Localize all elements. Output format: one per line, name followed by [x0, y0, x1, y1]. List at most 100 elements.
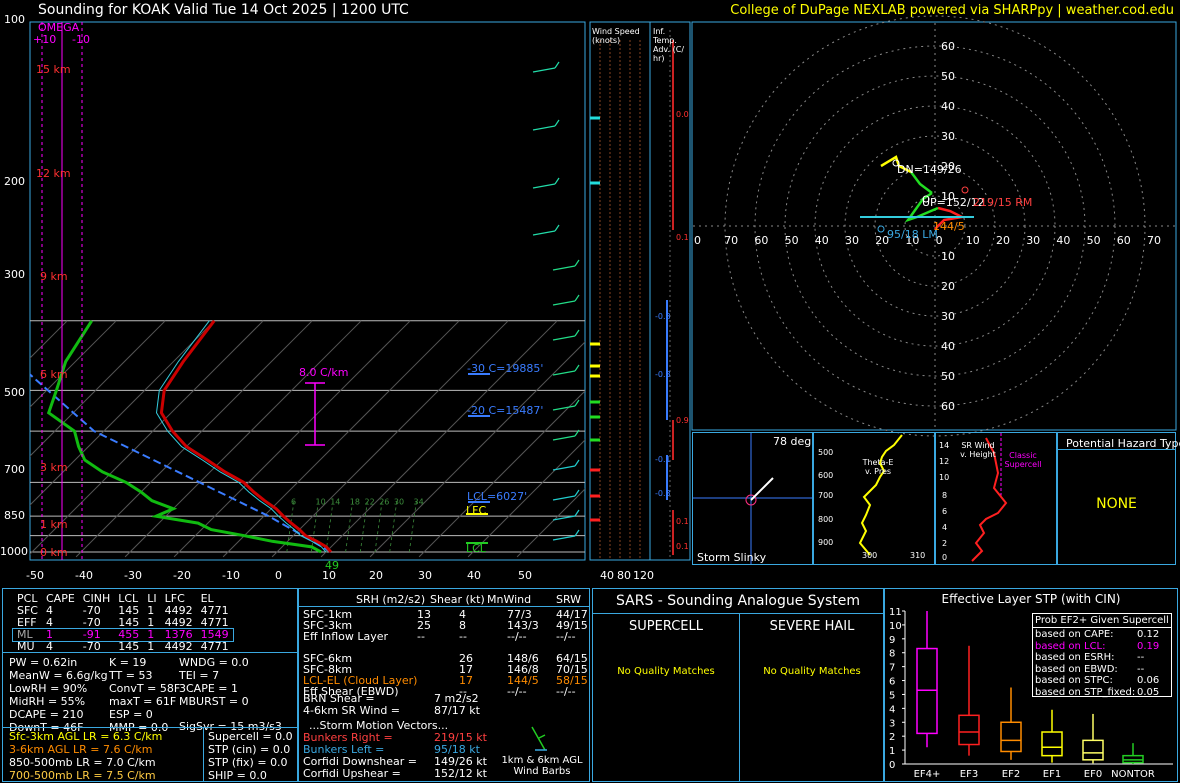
wind-barb — [552, 265, 576, 271]
sr-ytick: 12 — [939, 457, 950, 466]
mixing-ratio-line — [374, 500, 383, 553]
legend-value: 0.05 — [1137, 686, 1160, 698]
level-label: -20 C=15487' — [467, 404, 544, 417]
hodo-x-label: 70 — [1147, 234, 1161, 247]
index: MeanW = 6.6g/kg — [9, 669, 108, 682]
stp-ytick-label: 6 — [889, 677, 895, 688]
mixing-ratio-label: 26 — [379, 498, 389, 507]
wind-barb — [532, 230, 556, 236]
isotherm — [320, 320, 558, 558]
hodo-x-label: 50 — [785, 234, 799, 247]
theta-ytick: 600 — [818, 471, 834, 480]
kin-cell: -- — [459, 630, 467, 643]
height-label: 3 km — [40, 461, 68, 474]
theta-e-profile — [858, 434, 903, 556]
wind-barb-flag — [574, 509, 580, 517]
index: maxT = 61F — [109, 695, 177, 708]
sr-ytick: 4 — [942, 523, 948, 532]
index: MidRH = 55% — [9, 695, 86, 708]
legend-value: 0.12 — [1137, 629, 1160, 640]
composite: STP (cin) = 0.0 — [208, 743, 291, 756]
legend-value: 0.19 — [1137, 640, 1160, 652]
hodo-x-label: 30 — [845, 234, 859, 247]
composite: Supercell = 0.0 — [208, 730, 293, 743]
hodo-rm-label: 219/15 RM — [973, 196, 1033, 209]
stp-ytick-label: 3 — [889, 718, 895, 729]
index: ESP = 0 — [109, 708, 153, 721]
stp-box — [1041, 731, 1063, 757]
hazard-panel: Potential Hazard Type NONE — [1057, 432, 1180, 565]
t-tick: 30 — [418, 569, 432, 582]
legend-label: based on STP_fixed: — [1035, 686, 1136, 698]
hodo-range-label: 10 — [941, 250, 955, 263]
theta-ytick: 900 — [818, 538, 834, 547]
t-tick: -40 — [75, 569, 93, 582]
hodo-x-label: 40 — [815, 234, 829, 247]
mixing-ratio-label: 34 — [413, 498, 423, 507]
stp-ytick-label: 9 — [889, 635, 895, 646]
legend-labels: based on CAPE: based on LCL: based on ES… — [1035, 629, 1135, 698]
t-tick: 50 — [518, 569, 532, 582]
stp-ytick-label: 5 — [889, 690, 895, 701]
t-tick: -10 — [222, 569, 240, 582]
srwind-label: SR Wind v. Height — [960, 441, 996, 459]
mixing-ratio-label: 22 — [364, 498, 374, 507]
index — [179, 708, 282, 720]
inf-temp-value: 0.1 — [676, 542, 689, 551]
kin-cell: --/-- — [507, 630, 527, 643]
stp-ytick-label: 0 — [889, 760, 895, 771]
inf-temp-title: Inf. Temp. Adv. (C/ hr) — [653, 27, 685, 63]
t-tick: 40 — [467, 569, 481, 582]
hodo-range-label: 40 — [941, 100, 955, 113]
stp-ytick-label: 4 — [889, 704, 895, 715]
hodo-x-label: 0 — [694, 234, 701, 247]
hodo-x-label: 70 — [724, 234, 738, 247]
isotherm — [222, 320, 460, 558]
stp-box — [1082, 739, 1104, 761]
wind-barb-flag — [574, 459, 580, 467]
index: MBURST = 0 — [179, 695, 249, 708]
wind-speed-title: Wind Speed (knots) — [592, 27, 640, 45]
inf-temp-value: 0.9 — [676, 416, 689, 425]
wind-barb-flag — [554, 224, 560, 232]
stp-legend: Prob EF2+ Given Supercell based on CAPE:… — [1032, 613, 1172, 698]
index: LowRH = 90% — [9, 682, 88, 695]
stp-category-label: NONTOR — [1111, 769, 1155, 780]
inf-temp-value: 0.1 — [676, 233, 689, 242]
mixing-ratio-label: 30 — [394, 498, 404, 507]
sars-hail-result: No Quality Matches — [763, 666, 861, 677]
legend-label: based on ESRH: — [1035, 652, 1115, 663]
legend-label: based on STPC: — [1035, 675, 1113, 686]
index: WNDG = 0.0 — [179, 656, 249, 669]
lapse-rate: 3-6km AGL LR = 7.6 C/km — [9, 743, 153, 756]
height-label: 9 km — [40, 270, 68, 283]
wind-barb — [552, 435, 576, 441]
wind-barb — [552, 370, 576, 376]
wind-barb-flag — [574, 259, 580, 267]
index: K = 19 — [109, 656, 147, 669]
mixing-ratio-line — [389, 500, 398, 553]
theta-e-panel: Theta-E v. Pres 500 600 700 800 900 300 … — [813, 432, 935, 565]
sr-ytick: 10 — [939, 473, 950, 482]
composite: STP (fix) = 0.0 — [208, 756, 288, 769]
wind-barb-flag — [554, 61, 560, 69]
kin-cell: -- — [417, 630, 425, 643]
stp-panel: Effective Layer STP (with CIN) 012345678… — [884, 588, 1178, 782]
inf-temp-value: -0.8 — [655, 312, 671, 321]
barb-icon — [531, 726, 547, 751]
composites: Supercell = 0.0 STP (cin) = 0.0 STP (fix… — [208, 730, 293, 782]
hodo-x-label: 40 — [1056, 234, 1070, 247]
stp-ytick-label: 10 — [889, 621, 902, 632]
lapse-rates: Sfc-3km AGL LR = 6.3 C/km 3-6km AGL LR =… — [9, 730, 162, 782]
hodo-range-label: 20 — [941, 280, 955, 293]
index: 3CAPE = 1 — [179, 682, 238, 695]
composite: SHIP = 0.0 — [208, 769, 267, 782]
inf-temp-value: 0.1 — [676, 517, 689, 526]
srwind-marker-label: Classic Supercell — [1004, 451, 1042, 469]
hodo-range-label: 50 — [941, 370, 955, 383]
p-tick: 500 — [4, 386, 25, 399]
isotherm — [173, 320, 411, 558]
sr-wind-panel: SR Wind v. Height Classic Supercell 14 1… — [935, 432, 1057, 565]
sr-ytick: 2 — [942, 539, 948, 548]
height-label: 12 km — [36, 167, 71, 180]
